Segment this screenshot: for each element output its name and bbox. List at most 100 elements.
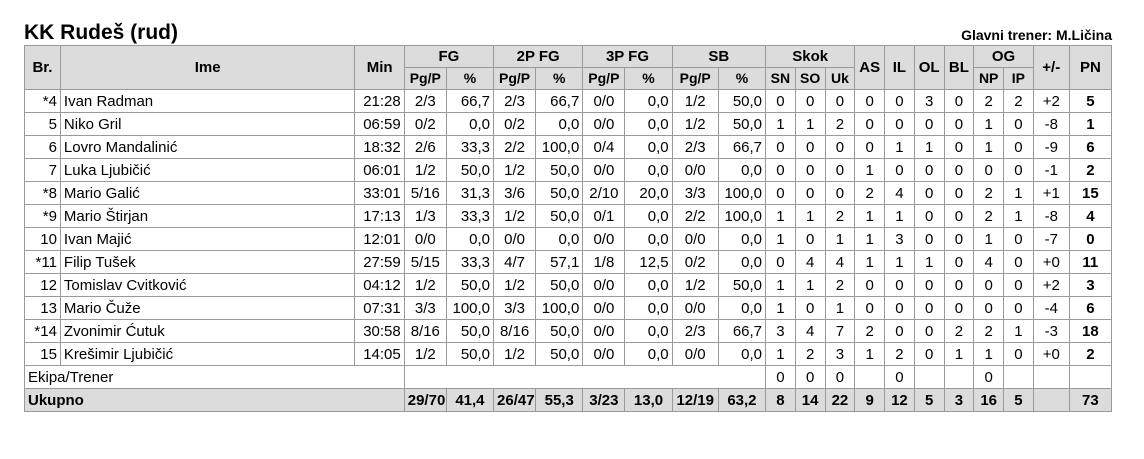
cell-uk: 0 — [824, 89, 856, 113]
cell-ft-pct: 66,7 — [717, 135, 767, 159]
cell-2p-pct: 100,0 — [535, 135, 584, 159]
cell-2p: 3/3 — [493, 296, 537, 320]
cell-number: *8 — [24, 181, 61, 205]
cell-ft: 1/2 — [671, 112, 719, 136]
cell-name: Krešimir Ljubičić — [59, 342, 356, 366]
cell-ft: 0/0 — [671, 296, 719, 320]
cell-ft-pct: 0,0 — [717, 296, 767, 320]
cell-ol: 0 — [913, 273, 945, 297]
cell-bl: 0 — [943, 250, 975, 274]
cell-ip: 1 — [1003, 204, 1034, 228]
cell-so: 0 — [794, 227, 826, 251]
table-row: 12 Tomislav Cvitković 04:12 1/2 50,0 1/2 50,0 0… — [24, 273, 1113, 297]
cell-3p-pct: 0,0 — [624, 342, 673, 366]
team-row-label: Ekipa/Trener — [24, 365, 405, 389]
cell-np: 2 — [973, 181, 1005, 205]
cell-minutes: 33:01 — [354, 181, 405, 205]
cell-name: Luka Ljubičić — [59, 158, 356, 182]
cell-number: 5 — [24, 112, 61, 136]
cell-2p-pct: 50,0 — [535, 319, 584, 343]
cell-uk: 2 — [824, 273, 856, 297]
cell-3p-pct: 0,0 — [624, 296, 673, 320]
cell-sn: 1 — [765, 227, 796, 251]
cell-ft: 2/3 — [671, 135, 719, 159]
team-row-uk: 0 — [824, 365, 856, 389]
cell-2p-pct: 50,0 — [535, 158, 584, 182]
cell-ft: 0/0 — [671, 158, 719, 182]
cell-il: 0 — [884, 296, 915, 320]
cell-3p-pct: 0,0 — [624, 112, 673, 136]
cell-ft-pct: 0,0 — [717, 250, 767, 274]
cell-fg: 2/3 — [403, 89, 447, 113]
col-header-ft-pct: % — [717, 67, 767, 90]
cell-il: 3 — [884, 227, 915, 251]
cell-fg-pct: 50,0 — [445, 319, 495, 343]
cell-bl: 0 — [943, 89, 975, 113]
total-np: 16 — [973, 388, 1005, 412]
col-header-uk: Uk — [824, 67, 856, 90]
cell-ft: 0/0 — [671, 227, 719, 251]
cell-3p-pct: 20,0 — [624, 181, 673, 205]
cell-ft-pct: 50,0 — [717, 273, 767, 297]
cell-uk: 0 — [824, 181, 856, 205]
cell-ft: 2/3 — [671, 319, 719, 343]
summary-rows: Ekipa/Trener 0 0 0 0 0 Ukupno 29/70 41,4… — [24, 365, 1113, 412]
cell-plus-minus: +2 — [1032, 89, 1070, 113]
cell-minutes: 12:01 — [354, 227, 405, 251]
cell-plus-minus: -9 — [1032, 135, 1070, 159]
group-header-fg: FG — [403, 45, 495, 68]
cell-il: 0 — [884, 273, 915, 297]
cell-ft-pct: 0,0 — [717, 158, 767, 182]
col-header-3p-made: Pg/P — [582, 67, 626, 90]
cell-ft-pct: 50,0 — [717, 112, 767, 136]
cell-il: 4 — [884, 181, 915, 205]
cell-fg-pct: 50,0 — [445, 342, 495, 366]
team-row-so: 0 — [794, 365, 826, 389]
total-uk: 22 — [824, 388, 856, 412]
cell-il: 0 — [884, 158, 915, 182]
cell-3p-pct: 0,0 — [624, 227, 673, 251]
cell-name: Lovro Mandalinić — [59, 135, 356, 159]
cell-plus-minus: -4 — [1032, 296, 1070, 320]
cell-number: 13 — [24, 296, 61, 320]
cell-3p: 0/0 — [582, 273, 626, 297]
cell-2p: 2/3 — [493, 89, 537, 113]
col-header-minutes: Min — [354, 45, 405, 90]
cell-sn: 1 — [765, 204, 796, 228]
table-row: *9 Mario Štirjan 17:13 1/3 33,3 1/2 50,0 0/1 0,0… — [24, 204, 1113, 228]
cell-points: 1 — [1068, 112, 1113, 136]
cell-2p-pct: 50,0 — [535, 273, 584, 297]
cell-fg: 8/16 — [403, 319, 447, 343]
cell-bl: 1 — [943, 342, 975, 366]
cell-ft: 0/0 — [671, 342, 719, 366]
cell-points: 11 — [1068, 250, 1113, 274]
col-header-plus-minus: +/- — [1032, 45, 1070, 90]
cell-fg: 0/2 — [403, 112, 447, 136]
cell-so: 1 — [794, 112, 826, 136]
cell-np: 2 — [973, 204, 1005, 228]
cell-so: 0 — [794, 89, 826, 113]
cell-as: 0 — [854, 273, 886, 297]
cell-ol: 3 — [913, 89, 945, 113]
cell-fg-pct: 33,3 — [445, 250, 495, 274]
cell-fg: 1/3 — [403, 204, 447, 228]
cell-2p-pct: 0,0 — [535, 112, 584, 136]
total-il: 12 — [884, 388, 915, 412]
cell-number: *4 — [24, 89, 61, 113]
cell-minutes: 06:59 — [354, 112, 405, 136]
total-3p-pct: 13,0 — [624, 388, 673, 412]
cell-il: 1 — [884, 250, 915, 274]
col-header-np: NP — [973, 67, 1005, 90]
cell-sn: 1 — [765, 112, 796, 136]
cell-points: 3 — [1068, 273, 1113, 297]
cell-minutes: 27:59 — [354, 250, 405, 274]
cell-2p: 0/0 — [493, 227, 537, 251]
cell-ip: 1 — [1003, 181, 1034, 205]
cell-name: Mario Čuže — [59, 296, 356, 320]
cell-plus-minus: -3 — [1032, 319, 1070, 343]
cell-ol: 0 — [913, 227, 945, 251]
cell-as: 0 — [854, 89, 886, 113]
cell-plus-minus: +2 — [1032, 273, 1070, 297]
cell-ft-pct: 50,0 — [717, 89, 767, 113]
col-header-blocks: BL — [943, 45, 975, 90]
